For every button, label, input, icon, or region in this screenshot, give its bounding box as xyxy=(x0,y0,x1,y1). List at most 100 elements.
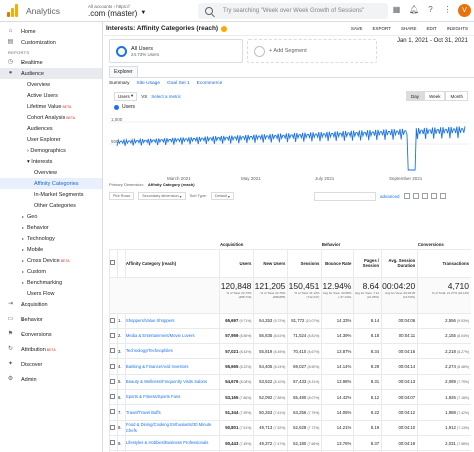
category-link[interactable]: Beauty & Wellness/Frequently Visits Salo… xyxy=(126,379,207,384)
sidebar-item-cohort-analysis[interactable]: Cohort Analysis BETA xyxy=(0,112,102,123)
tab-ecommerce[interactable]: Ecommerce xyxy=(197,81,223,86)
metric-select[interactable]: Users ▾ xyxy=(114,91,138,101)
sidebar-item-lifetime-value[interactable]: Lifetime Value BETA xyxy=(0,101,102,112)
category-cell[interactable]: Banking & Finance/Avid Investors xyxy=(124,358,220,375)
category-link[interactable]: Shoppers/Value Shoppers xyxy=(126,318,175,323)
sidebar-item-demographics[interactable]: › Demographics xyxy=(0,145,102,156)
category-link[interactable]: Food & Dining/Cooking Enthusiasts/30 Min… xyxy=(126,422,211,433)
advanced-link[interactable]: advanced xyxy=(380,194,400,199)
sidebar-item-behavior-top[interactable]: ▸ ▭ Behavior xyxy=(0,314,102,325)
add-segment-button[interactable]: + Add Segment xyxy=(247,39,377,63)
row-checkbox[interactable] xyxy=(109,404,118,421)
save-button[interactable]: SAVE xyxy=(351,26,363,31)
row-checkbox[interactable] xyxy=(109,358,118,375)
row-checkbox[interactable] xyxy=(109,374,118,390)
row-checkbox[interactable] xyxy=(109,313,118,329)
category-cell[interactable]: Food & Dining/Cooking Enthusiasts/30 Min… xyxy=(124,420,220,436)
sidebar-item-home[interactable]: ⌂ Home xyxy=(0,26,102,37)
sessions-header[interactable]: Sessions xyxy=(287,249,322,278)
insights-button[interactable]: INSIGHTS xyxy=(447,26,468,31)
sidebar-item-behavior[interactable]: ▸ Behavior xyxy=(0,222,102,233)
comparison-view-icon[interactable] xyxy=(431,193,437,199)
category-link[interactable]: Travel/Travel Buffs xyxy=(126,410,161,415)
sort-type-select[interactable]: Default ▾ xyxy=(210,192,234,200)
tab-summary[interactable]: Summary xyxy=(109,81,130,86)
property-name[interactable]: .com (master) ▼ xyxy=(88,9,178,18)
pages-session-header[interactable]: Pages / Session xyxy=(353,249,382,278)
category-link[interactable]: Sports & Fitness/Sports Fans xyxy=(126,394,180,400)
select-metric-link[interactable]: Select a metric xyxy=(151,94,181,99)
analytics-logo-icon[interactable] xyxy=(6,3,20,18)
sidebar-item-interests-overview[interactable]: Overview xyxy=(0,167,102,178)
sidebar-item-conversions[interactable]: ▸ ⚑ Conversions xyxy=(0,329,102,340)
pivot-view-icon[interactable] xyxy=(440,193,446,199)
dimension-header[interactable]: Affinity Category (reach) xyxy=(124,249,220,278)
row-checkbox[interactable] xyxy=(109,389,118,406)
sidebar-item-overview[interactable]: Overview xyxy=(0,79,102,90)
sidebar-item-mobile[interactable]: ▸ Mobile xyxy=(0,244,102,255)
plot-rows-button[interactable]: Plot Rows xyxy=(109,192,135,200)
row-checkbox[interactable] xyxy=(109,435,118,452)
avg-duration-header[interactable]: Avg. Session Duration xyxy=(381,249,418,278)
category-cell[interactable]: Shoppers/Value Shoppers xyxy=(124,313,220,329)
category-cell[interactable]: Lifestyles & Hobbies/Business Profession… xyxy=(124,435,220,452)
sidebar-item-discover[interactable]: ✦ Discover xyxy=(0,359,102,370)
day-button[interactable]: Day xyxy=(406,91,425,101)
tab-goal-set-1[interactable]: Goal Set 1 xyxy=(167,81,190,86)
category-link[interactable]: Technology/Technophiles xyxy=(126,348,173,354)
sidebar-item-technology[interactable]: ▸ Technology xyxy=(0,233,102,244)
grid-apps-icon[interactable]: ▦ xyxy=(392,5,401,14)
percent-view-icon[interactable] xyxy=(413,193,419,199)
performance-view-icon[interactable] xyxy=(422,193,428,199)
sidebar-item-geo[interactable]: ▸ Geo xyxy=(0,211,102,222)
sidebar-item-users-flow[interactable]: Users Flow xyxy=(0,288,102,299)
sidebar-item-cross-device[interactable]: ▸ Cross Device BETA xyxy=(0,255,102,266)
export-button[interactable]: EXPORT xyxy=(373,26,391,31)
row-checkbox[interactable] xyxy=(109,343,118,360)
sidebar-item-affinity-categories[interactable]: Affinity Categories xyxy=(0,178,102,189)
sidebar-item-acquisition[interactable]: ▸ ⇥ Acquisition xyxy=(0,299,102,310)
row-checkbox[interactable] xyxy=(109,328,118,345)
sidebar-item-audience[interactable]: ▾ ● Audience xyxy=(0,68,102,79)
week-button[interactable]: Week xyxy=(424,91,446,101)
row-checkbox[interactable] xyxy=(109,420,118,436)
category-cell[interactable]: Technology/Technophiles xyxy=(124,343,220,360)
sidebar-item-realtime[interactable]: ▸ ◷ Realtime xyxy=(0,57,102,68)
sidebar-item-custom[interactable]: ▸ Custom xyxy=(0,266,102,277)
sidebar-item-admin[interactable]: ⚙ Admin xyxy=(0,374,102,385)
users-header[interactable]: Users xyxy=(219,249,254,278)
more-vert-icon[interactable]: ⋮ xyxy=(443,5,452,14)
bounce-rate-header[interactable]: Bounce Rate xyxy=(321,249,354,278)
sidebar-item-benchmarking[interactable]: ▸ Benchmarking xyxy=(0,277,102,288)
transactions-header[interactable]: Transactions xyxy=(417,249,471,278)
conversions-group[interactable]: Conversions xyxy=(417,240,471,250)
sidebar-item-interests[interactable]: ▾ Interests xyxy=(0,156,102,167)
secondary-dimension-select[interactable]: Secondary dimension ▾ xyxy=(138,192,186,200)
category-cell[interactable]: Media & Entertainment/Movie Lovers xyxy=(124,328,220,345)
table-view-icon[interactable] xyxy=(404,193,410,199)
select-all-checkbox[interactable] xyxy=(109,249,118,278)
sidebar-item-active-users[interactable]: Active Users xyxy=(0,90,102,101)
share-button[interactable]: SHARE xyxy=(401,26,417,31)
sidebar-item-audiences[interactable]: Audiences xyxy=(0,123,102,134)
account-picker[interactable]: All accounts › https:// .com (master) ▼ xyxy=(88,4,178,18)
new-users-header[interactable]: New Users xyxy=(253,249,288,278)
sidebar-item-customization[interactable]: ▤ Customization xyxy=(0,37,102,48)
category-cell[interactable]: Beauty & Wellness/Frequently Visits Salo… xyxy=(124,374,220,390)
tab-site-usage[interactable]: Site Usage xyxy=(137,81,160,86)
category-link[interactable]: Media & Entertainment/Movie Lovers xyxy=(126,333,195,338)
segment-all-users[interactable]: All Users 24.73% Users xyxy=(109,39,243,63)
table-search-input[interactable] xyxy=(314,191,376,201)
search-bar[interactable]: Try searching "Week over Week Growth of … xyxy=(198,3,388,19)
date-range-picker[interactable]: Jan 1, 2021 - Oct 31, 2021 xyxy=(397,38,468,44)
category-link[interactable]: Lifestyles & Hobbies/Business Profession… xyxy=(126,440,208,446)
help-icon[interactable]: ? xyxy=(426,5,435,14)
primary-dimension-value[interactable]: Affinity Category (reach) xyxy=(148,182,195,187)
tab-explorer[interactable]: Explorer xyxy=(109,66,138,77)
sidebar-item-user-explorer[interactable]: User Explorer xyxy=(0,134,102,145)
sidebar-item-in-market-segments[interactable]: In-Market Segments xyxy=(0,189,102,200)
category-cell[interactable]: Sports & Fitness/Sports Fans xyxy=(124,389,220,406)
sidebar-item-other-categories[interactable]: Other Categories xyxy=(0,200,102,211)
avatar[interactable]: V xyxy=(458,4,471,17)
category-link[interactable]: Banking & Finance/Avid Investors xyxy=(126,364,189,369)
